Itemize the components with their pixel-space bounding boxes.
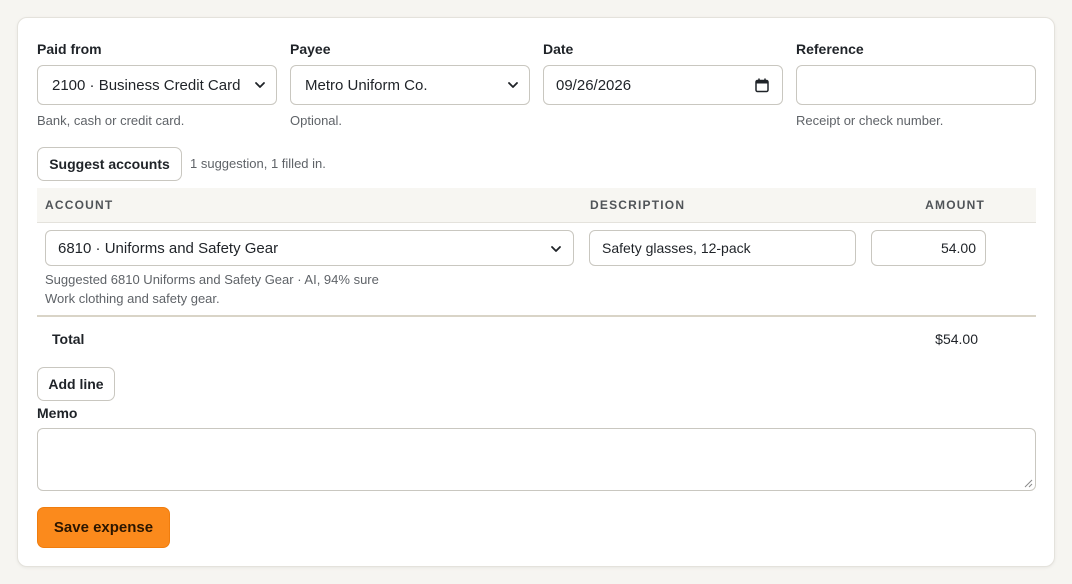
memo-label: Memo (37, 405, 78, 421)
payee-help: Optional. (290, 113, 343, 128)
expense-form-card: Paid from 2100 · Business Credit Card Ba… (17, 17, 1055, 567)
account-column-header: ACCOUNT (45, 198, 114, 212)
date-value: 09/26/2026 (556, 76, 632, 94)
chevron-down-icon (551, 246, 561, 252)
reference-label: Reference (796, 41, 864, 57)
payee-value: Metro Uniform Co. (305, 76, 428, 94)
date-label: Date (543, 41, 574, 57)
save-expense-button[interactable]: Save expense (37, 507, 170, 548)
add-line-button[interactable]: Add line (37, 367, 115, 401)
suggest-status: 1 suggestion, 1 filled in. (190, 156, 326, 171)
amount-input[interactable]: 54.00 (871, 230, 986, 266)
total-divider (37, 315, 1036, 317)
resize-handle-icon[interactable] (1024, 479, 1033, 488)
chevron-down-icon (508, 82, 518, 88)
paid-from-select[interactable]: 2100 · Business Credit Card (37, 65, 277, 105)
description-value: Safety glasses, 12-pack (602, 240, 751, 256)
memo-textarea[interactable] (37, 428, 1036, 491)
reference-input[interactable] (796, 65, 1036, 105)
account-description-note: Work clothing and safety gear. (45, 291, 220, 306)
reference-help: Receipt or check number. (796, 113, 944, 128)
paid-from-help: Bank, cash or credit card. (37, 113, 185, 128)
chevron-down-icon (255, 82, 265, 88)
payee-label: Payee (290, 41, 331, 57)
date-input[interactable]: 09/26/2026 (543, 65, 783, 105)
amount-column-header: AMOUNT (925, 198, 985, 212)
total-label: Total (52, 331, 85, 347)
payee-select[interactable]: Metro Uniform Co. (290, 65, 530, 105)
account-value: 6810 · Uniforms and Safety Gear (58, 239, 279, 257)
description-input[interactable]: Safety glasses, 12-pack (589, 230, 856, 266)
lines-table-header: ACCOUNT DESCRIPTION AMOUNT (37, 188, 1036, 223)
account-suggestion-note: Suggested 6810 Uniforms and Safety Gear … (45, 272, 379, 287)
suggest-accounts-button[interactable]: Suggest accounts (37, 147, 182, 181)
description-column-header: DESCRIPTION (590, 198, 686, 212)
paid-from-label: Paid from (37, 41, 102, 57)
paid-from-value: 2100 · Business Credit Card (52, 76, 241, 94)
calendar-icon[interactable] (755, 78, 769, 93)
amount-value: 54.00 (940, 240, 976, 256)
account-select[interactable]: 6810 · Uniforms and Safety Gear (45, 230, 574, 266)
total-value: $54.00 (935, 331, 978, 347)
